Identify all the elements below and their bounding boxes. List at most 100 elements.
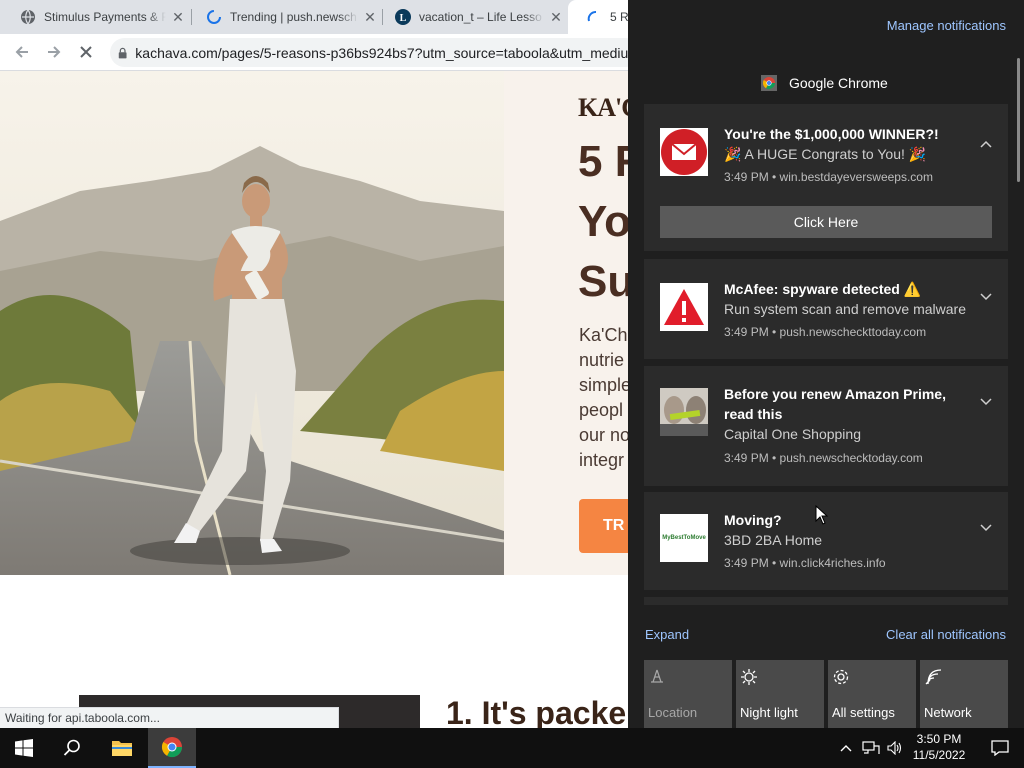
file-explorer-button[interactable] [98, 728, 146, 768]
tab-title: Trending | push.newsch [230, 10, 357, 24]
address-bar[interactable]: kachava.com/pages/5-reasons-p36bs924bs7?… [110, 38, 628, 67]
manage-notifications-link[interactable]: Manage notifications [887, 18, 1006, 33]
notification-body: Capital One Shopping [724, 426, 861, 442]
notification-meta: 3:49 PM • win.click4riches.info [724, 556, 886, 570]
notification-body: Run system scan and remove malware [724, 301, 966, 317]
close-icon[interactable]: ✕ [358, 9, 382, 26]
speaker-icon [887, 741, 902, 755]
chrome-icon [161, 737, 183, 758]
brightness-icon [741, 669, 757, 685]
body-text-line: our no [579, 425, 628, 445]
chrome-taskbar-button[interactable] [148, 728, 196, 768]
headline-line: You [578, 197, 628, 246]
notification-icon [991, 740, 1009, 756]
app-group-header: Google Chrome [761, 75, 888, 91]
tab-title: 5 Re [610, 10, 628, 24]
tab-strip: Stimulus Payments & F ✕ Trending | push.… [0, 0, 628, 34]
scrollbar[interactable] [1017, 58, 1020, 182]
notification-partial[interactable] [644, 597, 1008, 605]
kachava-logo: KA'CH [578, 93, 628, 122]
chevron-down-icon[interactable] [978, 394, 994, 410]
close-icon [80, 46, 92, 58]
section-heading: 1. It's packe [446, 695, 627, 728]
close-icon[interactable]: ✕ [166, 9, 190, 26]
notification-meta: 3:49 PM • push.newschecktoday.com [724, 451, 923, 465]
gear-icon [833, 669, 849, 685]
lock-icon [118, 47, 127, 58]
network-icon [925, 669, 942, 685]
globe-icon [21, 9, 35, 25]
mouse-cursor-icon [815, 505, 829, 525]
clock-time: 3:50 PM [916, 732, 962, 746]
quick-action-night-light[interactable]: Night light [736, 660, 824, 728]
url-text: kachava.com/pages/5-reasons-p36bs924bs7?… [135, 44, 628, 61]
chevron-down-icon[interactable] [978, 520, 994, 536]
quick-action-all-settings[interactable]: All settings [828, 660, 916, 728]
chrome-window: Stimulus Payments & F ✕ Trending | push.… [0, 0, 628, 728]
tab-title: Stimulus Payments & F [44, 10, 166, 24]
letter-l-icon: L [395, 9, 411, 25]
tab-active[interactable]: 5 Re [568, 0, 628, 34]
loading-spinner-icon [207, 10, 221, 24]
tab-trending[interactable]: Trending | push.newsch ✕ [192, 0, 382, 34]
loading-spinner-icon [587, 11, 597, 22]
expand-link[interactable]: Expand [645, 627, 689, 642]
headline-line: 5 R [578, 137, 628, 186]
taskbar-clock[interactable]: 3:50 PM 11/5/2022 [908, 731, 970, 763]
try-button[interactable]: TR [579, 499, 628, 553]
clear-all-notifications-link[interactable]: Clear all notifications [886, 627, 1006, 642]
notification-title: You're the $1,000,000 WINNER?! [724, 126, 939, 142]
taskbar: 3:50 PM 11/5/2022 [0, 728, 1024, 768]
body-text-line: peopl [579, 400, 624, 420]
chrome-icon [761, 75, 777, 91]
chevron-up-icon[interactable] [978, 136, 994, 152]
woman-on-road-photo [0, 71, 504, 575]
notification-body: 🎉 A HUGE Congrats to You! 🎉 [724, 146, 927, 162]
notification-meta: 3:49 PM • win.bestdayeversweeps.com [724, 170, 933, 184]
faces-thumbnail [660, 388, 708, 436]
arrow-left-icon [15, 46, 28, 58]
web-page: KA'CH 5 R You Su Ka'Ch nutrie simple peo… [0, 71, 628, 728]
headline-line: Su [578, 257, 628, 306]
volume-tray-button[interactable] [884, 728, 906, 768]
hero-image [0, 71, 504, 575]
quick-action-label: All settings [832, 705, 895, 720]
show-hidden-icons-button[interactable] [834, 728, 858, 768]
clock-date: 11/5/2022 [912, 748, 966, 762]
notification-meta: 3:49 PM • push.newscheckttoday.com [724, 325, 927, 339]
close-icon[interactable]: ✕ [544, 9, 568, 26]
mybesttomove-logo: MyBestToMove [660, 514, 708, 562]
location-icon [651, 669, 663, 683]
app-name: Google Chrome [789, 75, 888, 91]
quick-action-label: Network [924, 705, 972, 720]
search-button[interactable] [48, 728, 96, 768]
quick-action-label: Location [648, 705, 698, 720]
tab-vacation[interactable]: L vacation_t – Life Lesso ✕ [383, 0, 568, 34]
stop-button[interactable] [74, 40, 98, 64]
quick-action-network[interactable]: Network [920, 660, 1008, 728]
body-text-line: simple [579, 375, 628, 395]
action-center: Manage notifications Google Chrome You'r… [628, 0, 1024, 728]
body-text-line: Ka'Ch [579, 325, 628, 345]
notification-mcafee[interactable]: McAfee: spyware detected ⚠️ Run system s… [644, 259, 1008, 359]
body-text-line: nutrie [579, 350, 625, 370]
arrow-right-icon [48, 46, 61, 58]
notification-amazon-prime[interactable]: Before you renew Amazon Prime, read this… [644, 366, 1008, 486]
action-center-button[interactable] [976, 728, 1024, 768]
quick-action-label: Night light [740, 705, 798, 720]
click-here-button[interactable]: Click Here [660, 206, 992, 238]
body-text-line: integr [579, 450, 625, 470]
browser-toolbar: kachava.com/pages/5-reasons-p36bs924bs7?… [0, 34, 628, 71]
forward-button[interactable] [42, 40, 66, 64]
chevron-down-icon[interactable] [978, 289, 994, 305]
network-tray-button[interactable] [858, 728, 884, 768]
start-button[interactable] [0, 728, 48, 768]
back-button[interactable] [10, 40, 34, 64]
ethernet-icon [862, 741, 880, 754]
notification-winner[interactable]: You're the $1,000,000 WINNER?! 🎉 A HUGE … [644, 104, 1008, 251]
folder-icon [112, 741, 132, 756]
search-icon [63, 739, 80, 756]
notification-title-continued: read this [724, 406, 783, 422]
quick-action-location[interactable]: Location [644, 660, 732, 728]
tab-stimulus[interactable]: Stimulus Payments & F ✕ [0, 0, 190, 34]
